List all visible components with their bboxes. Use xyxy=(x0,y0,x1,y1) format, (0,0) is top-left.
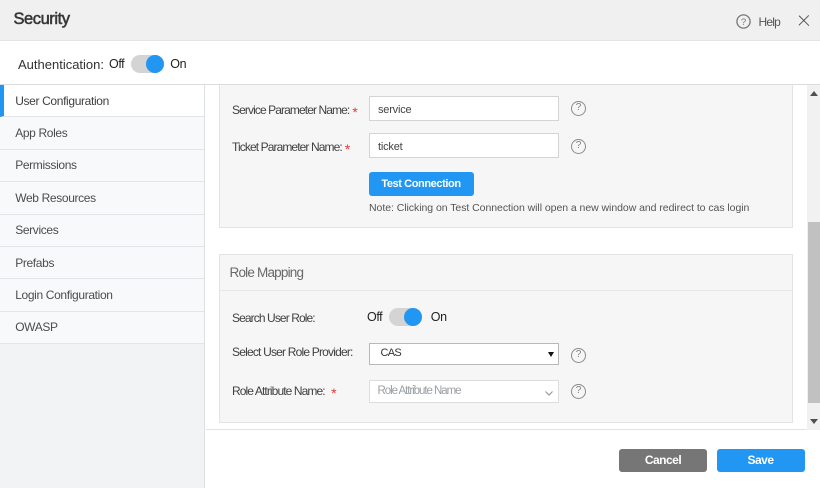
svg-text:?: ? xyxy=(741,17,746,28)
